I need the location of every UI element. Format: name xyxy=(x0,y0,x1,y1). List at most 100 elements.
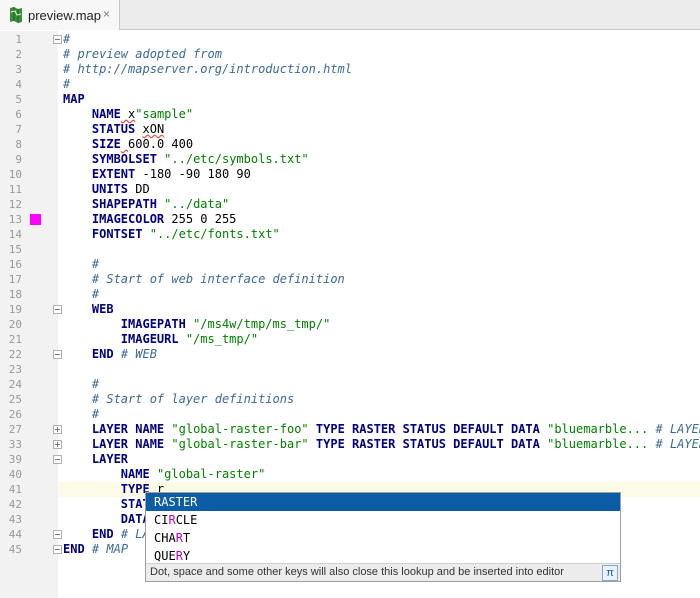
code-line[interactable]: 4 # xyxy=(0,77,700,92)
code-line[interactable]: 24 # xyxy=(0,377,700,392)
code-text: # xyxy=(91,287,100,301)
completion-hint: Dot, space and some other keys will also… xyxy=(146,563,620,581)
code-line[interactable]: 15 xyxy=(0,242,700,257)
code-line[interactable]: 3 # http://mapserver.org/introduction.htm… xyxy=(0,62,700,77)
code-line[interactable]: 27 LAYER NAME "global-raster-foo" TYPE R… xyxy=(0,422,700,437)
code-text: IMAGEURL "/ms_tmp/" xyxy=(120,332,259,346)
code-line[interactable]: 25 # Start of layer definitions xyxy=(0,392,700,407)
code-text: DATA xyxy=(120,512,150,526)
line-number: 43 xyxy=(8,513,22,526)
code-text: WEB xyxy=(91,302,114,316)
code-line[interactable]: 11 UNITS DD xyxy=(0,182,700,197)
color-swatch-icon[interactable] xyxy=(30,214,41,225)
line-number: 6 xyxy=(15,108,22,121)
close-tab-icon[interactable]: × xyxy=(100,8,113,21)
line-number: 42 xyxy=(8,498,22,511)
line-number: 24 xyxy=(8,378,22,391)
fold-end-icon[interactable] xyxy=(53,545,62,554)
code-text: SYMBOLSET "../etc/symbols.txt" xyxy=(91,152,309,166)
fold-end-icon[interactable] xyxy=(53,530,62,539)
code-line[interactable]: 26 # xyxy=(0,407,700,422)
line-number: 45 xyxy=(8,543,22,556)
code-line[interactable]: 6 NAME x"sample" xyxy=(0,107,700,122)
code-line[interactable]: 12 SHAPEPATH "../data" xyxy=(0,197,700,212)
line-number: 14 xyxy=(8,228,22,241)
code-text: # xyxy=(91,257,100,271)
completion-item[interactable]: CHART xyxy=(146,529,620,547)
fold-collapse-icon[interactable] xyxy=(53,455,62,464)
tab-label: preview.map xyxy=(28,7,101,23)
fold-collapse-icon[interactable] xyxy=(53,35,62,44)
code-line[interactable]: 18 # xyxy=(0,287,700,302)
code-text: END # MAP xyxy=(63,542,129,556)
code-line[interactable]: 5 MAP xyxy=(0,92,700,107)
line-number: 9 xyxy=(15,153,22,166)
code-line[interactable]: 10 EXTENT -180 -90 180 90 xyxy=(0,167,700,182)
code-text: FONTSET "../etc/fonts.txt" xyxy=(91,227,280,241)
line-number: 33 xyxy=(8,438,22,451)
code-line[interactable]: 39 LAYER xyxy=(0,452,700,467)
line-number: 13 xyxy=(8,213,22,226)
code-line[interactable]: 8 SIZE 600.0 400 xyxy=(0,137,700,152)
code-line[interactable]: 23 xyxy=(0,362,700,377)
line-number: 11 xyxy=(8,183,22,196)
completion-popup[interactable]: RASTER CIRCLE CHART QUERY Dot, space and so… xyxy=(145,492,621,582)
pi-icon[interactable]: π xyxy=(602,565,618,581)
line-number: 7 xyxy=(15,123,22,136)
completion-item[interactable]: CIRCLE xyxy=(146,511,620,529)
code-line[interactable]: 2 # preview adopted from xyxy=(0,47,700,62)
code-line[interactable]: 22 END # WEB xyxy=(0,347,700,362)
code-text: # Start of layer definitions xyxy=(91,392,295,406)
code-line[interactable]: 40 NAME "global-raster" xyxy=(0,467,700,482)
code-text: SIZE 600.0 400 xyxy=(91,137,194,151)
completion-item[interactable]: RASTER xyxy=(146,493,620,511)
code-line[interactable]: 9 SYMBOLSET "../etc/symbols.txt" xyxy=(0,152,700,167)
line-number: 39 xyxy=(8,453,22,466)
code-text: UNITS DD xyxy=(91,182,150,196)
fold-collapse-icon[interactable] xyxy=(53,305,62,314)
code-text: MAP xyxy=(63,92,85,106)
code-text: STAT xyxy=(120,497,150,511)
line-number: 23 xyxy=(8,363,22,376)
code-line[interactable]: 21 IMAGEURL "/ms_tmp/" xyxy=(0,332,700,347)
code-text: # preview adopted from xyxy=(63,47,222,61)
code-line[interactable]: 17 # Start of web interface definition xyxy=(0,272,700,287)
line-number: 1 xyxy=(15,33,22,46)
line-number: 17 xyxy=(8,273,22,286)
code-line[interactable]: 14 FONTSET "../etc/fonts.txt" xyxy=(0,227,700,242)
line-number: 25 xyxy=(8,393,22,406)
code-text: NAME x"sample" xyxy=(91,107,194,121)
line-number: 4 xyxy=(15,78,22,91)
code-text: # xyxy=(63,32,71,46)
code-line[interactable]: 1 # xyxy=(0,32,700,47)
code-line[interactable]: 13 IMAGECOLOR 255 0 255 xyxy=(0,212,700,227)
fold-expand-icon[interactable] xyxy=(53,440,62,449)
line-number: 22 xyxy=(8,348,22,361)
fold-end-icon[interactable] xyxy=(53,350,62,359)
code-line[interactable]: 19 WEB xyxy=(0,302,700,317)
line-number: 2 xyxy=(15,48,22,61)
code-line[interactable]: 7 STATUS xON xyxy=(0,122,700,137)
code-text: # xyxy=(91,377,100,391)
code-text: LAYER NAME "global-raster-bar" TYPE RAST… xyxy=(91,437,700,451)
line-number: 15 xyxy=(8,243,22,256)
code-text: END # WEB xyxy=(91,347,157,361)
code-line[interactable]: 33 LAYER NAME "global-raster-bar" TYPE R… xyxy=(0,437,700,452)
tab-preview-map[interactable]: preview.map × xyxy=(0,0,120,30)
code-text: EXTENT -180 -90 180 90 xyxy=(91,167,251,181)
line-number: 18 xyxy=(8,288,22,301)
line-number: 8 xyxy=(15,138,22,151)
code-line[interactable]: 16 # xyxy=(0,257,700,272)
code-line[interactable]: 20 IMAGEPATH "/ms4w/tmp/ms_tmp/" xyxy=(0,317,700,332)
map-file-icon xyxy=(10,7,22,23)
line-number: 5 xyxy=(15,93,22,106)
code-text: LAYER NAME "global-raster-foo" TYPE RAST… xyxy=(91,422,700,436)
code-text: STATUS xON xyxy=(91,122,165,136)
fold-expand-icon[interactable] xyxy=(53,425,62,434)
code-text: IMAGECOLOR 255 0 255 xyxy=(91,212,237,226)
line-number: 26 xyxy=(8,408,22,421)
code-text: NAME "global-raster" xyxy=(120,467,266,481)
line-number: 21 xyxy=(8,333,22,346)
code-text: # xyxy=(91,407,100,421)
code-text: SHAPEPATH "../data" xyxy=(91,197,230,211)
